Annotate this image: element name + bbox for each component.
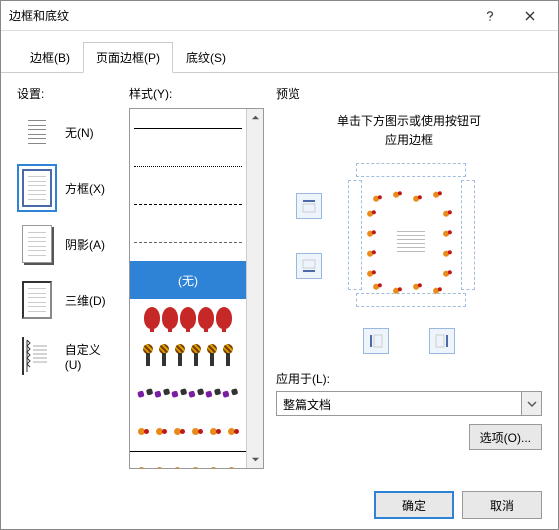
border-top-button[interactable] [296,193,322,219]
chevron-down-icon [251,455,260,464]
preview-label: 预览 [276,85,542,102]
setting-none-icon [17,108,57,156]
border-left-icon [368,333,384,349]
help-icon [484,10,496,22]
apply-to-arrow[interactable] [522,391,542,416]
chevron-down-icon [527,399,537,409]
style-none[interactable]: (无) [130,261,246,299]
setting-3d-label: 三维(D) [65,292,106,309]
preview-area[interactable] [286,158,532,318]
border-right-button[interactable] [429,328,455,354]
style-list[interactable]: (无) [129,108,264,469]
style-art-candy[interactable] [130,413,246,451]
setting-custom-icon [17,332,57,380]
ok-button[interactable]: 确定 [374,491,454,519]
setting-none[interactable]: 无(N) [17,108,117,156]
window-title: 边框和底纹 [9,7,470,24]
tab-borders[interactable]: 边框(B) [17,42,83,73]
help-button[interactable] [470,2,510,30]
options-button[interactable]: 选项(O)... [469,424,542,450]
border-right-icon [434,333,450,349]
border-left-button[interactable] [363,328,389,354]
style-solid[interactable] [130,109,246,147]
border-bottom-button[interactable] [296,253,322,279]
setting-box-icon [17,164,57,212]
tab-page-border[interactable]: 页面边框(P) [83,42,173,73]
apply-to-label: 应用于(L): [276,370,542,387]
style-art-rattles[interactable] [130,337,246,375]
setting-shadow[interactable]: 阴影(A) [17,220,117,268]
style-art-balloons[interactable] [130,299,246,337]
preview-hint: 单击下方图示或使用按钮可应用边框 [276,112,542,150]
setting-3d-icon [17,276,57,324]
style-label: 样式(Y): [129,85,264,102]
chevron-up-icon [251,113,260,122]
close-button[interactable] [510,2,550,30]
setting-shadow-label: 阴影(A) [65,236,105,253]
border-top-icon [301,198,317,214]
settings-label: 设置: [17,85,117,102]
style-dotted[interactable] [130,147,246,185]
setting-shadow-icon [17,220,57,268]
setting-3d[interactable]: 三维(D) [17,276,117,324]
setting-custom-label: 自定义(U) [65,341,117,372]
style-dashed-small[interactable] [130,223,246,261]
scroll-down-button[interactable] [247,451,263,468]
style-art-bows[interactable] [130,375,246,413]
preview-document [371,193,451,293]
apply-to-value: 整篇文档 [276,391,522,416]
cancel-button[interactable]: 取消 [462,491,542,519]
scroll-up-button[interactable] [247,109,263,126]
style-dashed-large[interactable] [130,185,246,223]
close-icon [524,10,536,22]
setting-box[interactable]: 方框(X) [17,164,117,212]
style-art-candy2[interactable] [130,451,246,468]
tab-shading[interactable]: 底纹(S) [173,42,239,73]
setting-none-label: 无(N) [65,124,94,141]
style-scrollbar[interactable] [246,109,263,468]
border-bottom-icon [301,258,317,274]
apply-to-select[interactable]: 整篇文档 [276,391,542,416]
setting-box-label: 方框(X) [65,180,105,197]
setting-custom[interactable]: 自定义(U) [17,332,117,380]
